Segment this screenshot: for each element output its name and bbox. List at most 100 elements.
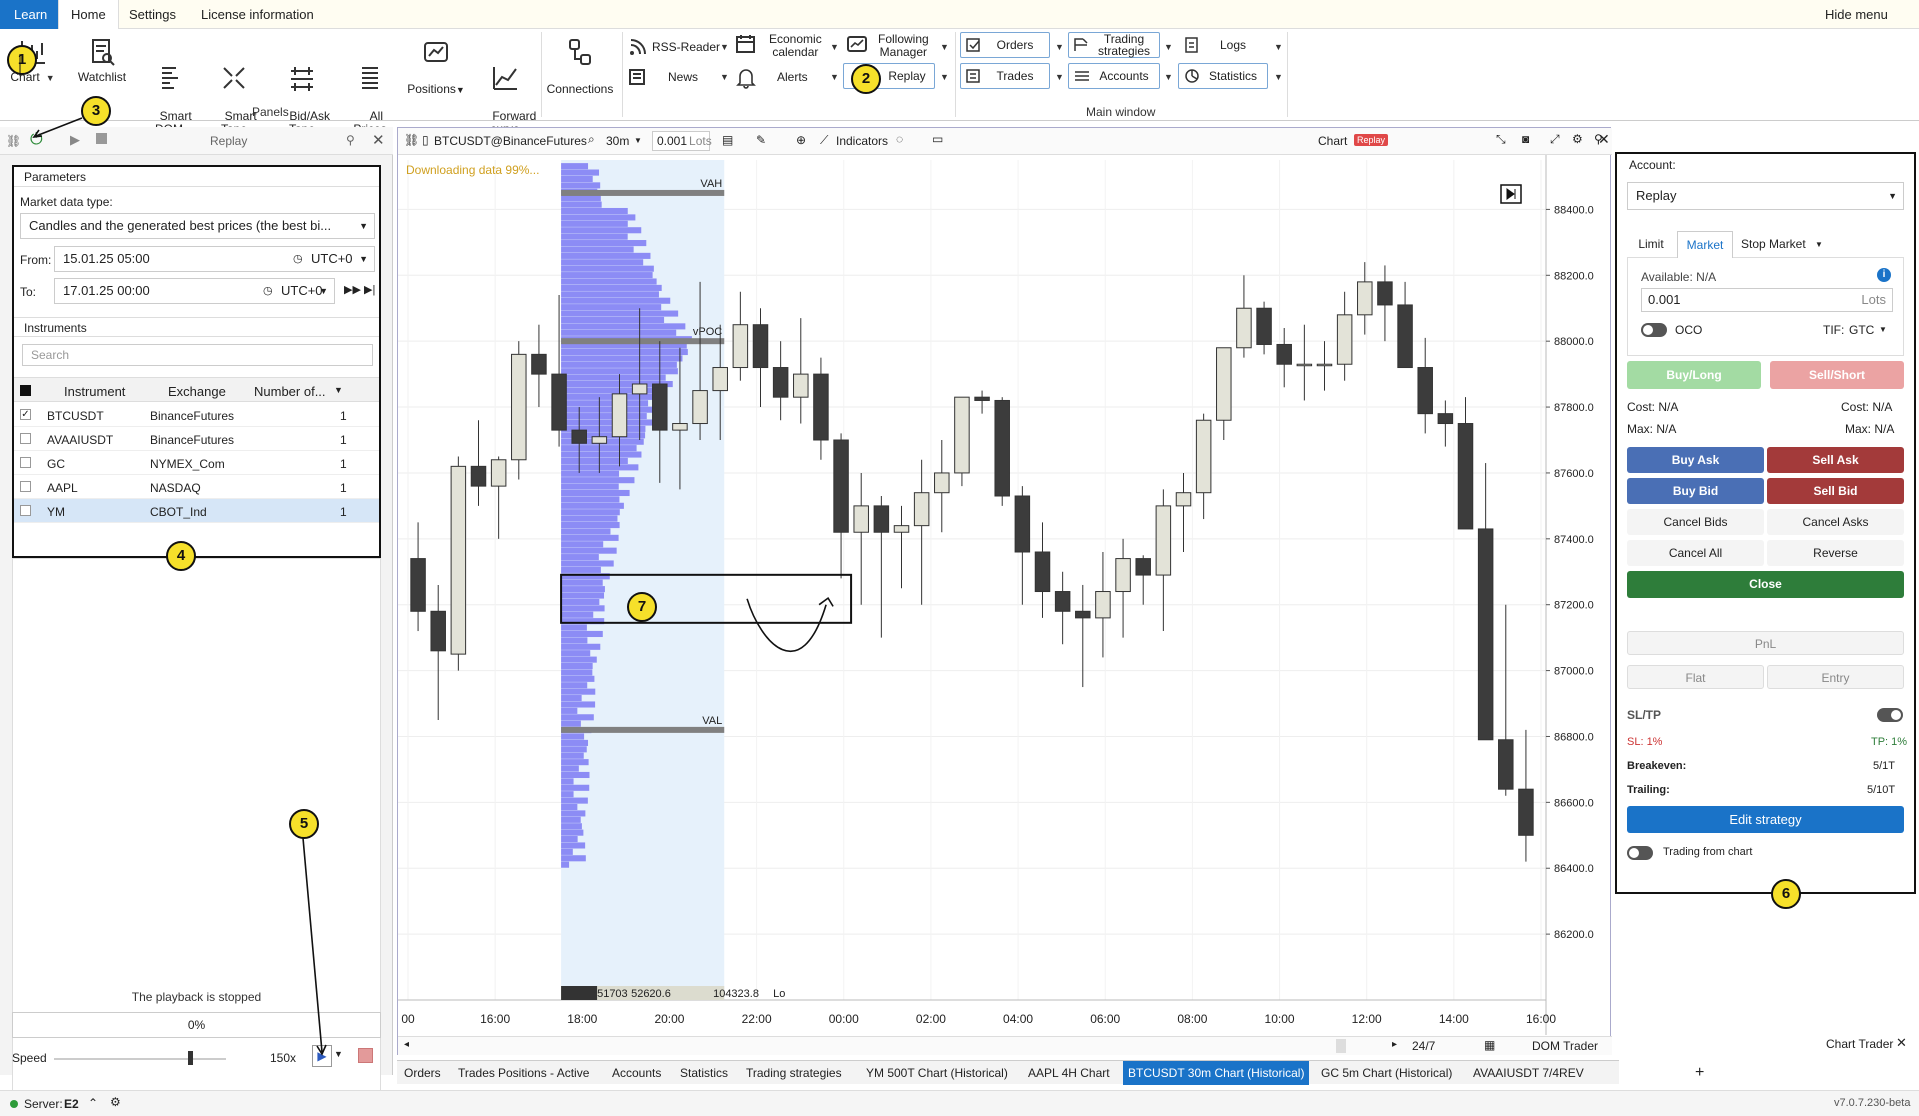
watchlist-button[interactable]: Watchlist [74,37,130,84]
skip-end-icon[interactable]: ▶| [364,283,375,296]
price-chart[interactable]: VAH vPOC VAL 88400.0 88200.0 88000.0 87800.0 87… [398,155,1612,1035]
zoom-icon[interactable]: ⊕ [796,133,806,147]
add-tab-button[interactable]: + [1690,1061,1709,1085]
cancel-asks-button[interactable]: Cancel Asks [1767,509,1904,535]
alerts-button[interactable]: Alerts [735,67,835,89]
entry-button[interactable]: Entry [1767,665,1904,689]
tp-value[interactable]: TP: 1% [1871,736,1907,748]
stop-icon[interactable] [96,133,107,144]
crosshair-icon[interactable]: ◌ [896,132,903,146]
logs-button[interactable]: Logs [1178,32,1268,58]
bottom-tab[interactable]: Trading strategies [741,1061,847,1085]
indicators-button[interactable]: Indicators [836,134,888,148]
timeframe-select[interactable]: 30m [606,134,629,148]
chevron-down-icon[interactable]: ▼ [634,136,642,145]
table-row[interactable]: YM CBOT_Ind 1 [14,499,379,523]
row-checkbox[interactable]: ✓ [20,409,31,420]
instrument-search-input[interactable]: Search [22,344,373,366]
positions-button[interactable]: Positions▼ [406,37,466,97]
bottom-tab[interactable]: Accounts [607,1061,666,1085]
accounts-button[interactable]: Accounts [1068,63,1160,89]
chevron-up-icon[interactable]: ⌃ [88,1096,98,1110]
close-icon[interactable]: ✕ [1896,1035,1907,1051]
server-name[interactable]: E2 [64,1097,79,1111]
scroll-left-icon[interactable]: ◂ [404,1039,409,1050]
statistics-button[interactable]: Statistics [1178,63,1268,89]
trades-button[interactable]: Trades [960,63,1050,89]
dom-trader-tab[interactable]: DOM Trader [1532,1039,1598,1053]
to-date-field[interactable]: 17.01.25 00:00 ◷ UTC+0 ▼ [54,278,335,304]
start-playback-button[interactable]: ▶ [312,1045,332,1067]
speed-slider[interactable] [54,1058,226,1060]
bottom-tab[interactable]: BTCUSDT 30m Chart (Historical) [1123,1061,1310,1085]
buy-long-button[interactable]: Buy/Long [1627,361,1761,389]
sell-bid-button[interactable]: Sell Bid [1767,478,1904,504]
from-date-field[interactable]: 15.01.25 05:00 ◷ UTC+0 ▼ [54,246,375,272]
buy-bid-button[interactable]: Buy Bid [1627,478,1764,504]
camera-icon[interactable]: ◙ [1522,132,1529,146]
breakeven-value[interactable]: 5/1T [1873,760,1895,772]
chevron-down-icon[interactable]: ▼ [334,1049,343,1059]
pnl-button[interactable]: PnL [1627,631,1904,655]
reverse-button[interactable]: Reverse [1767,540,1904,566]
oco-toggle[interactable] [1641,323,1667,337]
row-checkbox[interactable] [20,433,31,444]
col-number[interactable]: Number of... [254,384,326,399]
layout-icon[interactable]: ▭ [932,132,943,146]
bottom-tab[interactable]: Statistics [675,1061,733,1085]
cancel-bids-button[interactable]: Cancel Bids [1627,509,1764,535]
col-instrument[interactable]: Instrument [64,384,125,399]
market-data-type-select[interactable]: Candles and the generated best prices (t… [20,213,375,239]
bottom-tab[interactable]: AVAAIUSDT 7/4REV Chart (Historical) [1468,1061,1619,1104]
scroll-handle[interactable] [1336,1039,1346,1053]
clock-icon[interactable]: ◷ [263,279,273,303]
sltp-toggle[interactable] [1877,708,1903,722]
sell-short-button[interactable]: Sell/Short [1770,361,1904,389]
speed-slider-handle[interactable] [188,1051,193,1065]
tab-settings[interactable]: Settings [117,0,188,29]
buy-ask-button[interactable]: Buy Ask [1627,447,1764,473]
pin-icon[interactable]: ⚲ [346,133,355,147]
chart-lots-input[interactable]: 0.001 Lots [652,131,712,151]
chart-type-icon[interactable]: ▤ [722,133,733,147]
close-icon[interactable]: ✕ [372,131,385,149]
tab-limit[interactable]: Limit [1627,231,1675,258]
stop-record-button[interactable] [358,1048,373,1063]
col-exchange[interactable]: Exchange [168,384,226,399]
connections-button[interactable]: Connections [544,37,616,96]
cancel-all-button[interactable]: Cancel All [1627,540,1764,566]
table-row[interactable]: AVAAIUSDT BinanceFutures 1 [14,427,379,451]
bottom-tab[interactable]: Positions - Active [493,1061,594,1085]
skip-forward-icon[interactable]: ▶▶ [344,283,361,296]
quantity-input[interactable]: 0.001 Lots [1641,288,1893,312]
row-checkbox[interactable] [20,457,31,468]
close-position-button[interactable]: Close [1627,571,1904,598]
economic-calendar-button[interactable]: Economic calendar [735,33,835,59]
rss-reader-button[interactable]: RSS-Reader [628,37,728,57]
sort-down-icon[interactable]: ▼ [334,385,343,395]
select-all-checkbox[interactable] [20,385,31,396]
bottom-tab[interactable]: Orders [399,1061,446,1085]
session-select[interactable]: 24/7 [1412,1039,1435,1053]
sl-value[interactable]: SL: 1% [1627,736,1662,748]
following-manager-button[interactable]: Following Manager [846,33,946,59]
tab-market[interactable]: Market [1677,231,1733,258]
trading-strategies-button[interactable]: Trading strategies [1068,32,1160,58]
search-icon[interactable]: ⌕ [588,132,595,147]
table-row[interactable]: ✓ BTCUSDT BinanceFutures 1 [14,403,379,427]
from-timezone[interactable]: UTC+0 [311,247,353,271]
row-checkbox[interactable] [20,505,31,516]
pencil-icon[interactable]: ✎ [756,133,766,147]
sell-ask-button[interactable]: Sell Ask [1767,447,1904,473]
table-row[interactable]: GC NYMEX_Com 1 [14,451,379,475]
info-icon[interactable]: i [1877,268,1891,282]
bottom-tab[interactable]: AAPL 4H Chart [1023,1061,1115,1085]
trailing-value[interactable]: 5/10T [1867,784,1895,796]
calendar-icon[interactable]: ▦ [1484,1038,1495,1052]
news-button[interactable]: News [628,67,728,87]
orders-button[interactable]: Orders [960,32,1050,58]
tif-select[interactable]: GTC [1849,323,1874,337]
play-icon[interactable]: ▶ [70,132,80,148]
trading-from-chart-toggle[interactable] [1627,846,1653,860]
collapse-icon[interactable]: ⤡ [1496,132,1506,147]
